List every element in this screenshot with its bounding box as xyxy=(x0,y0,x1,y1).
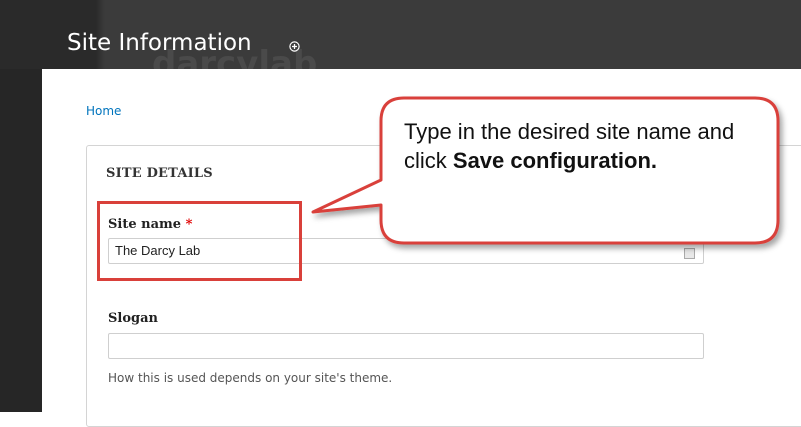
add-shortcut-icon[interactable] xyxy=(289,41,300,52)
callout-text: Type in the desired site name and click … xyxy=(404,119,735,173)
slogan-label: Slogan xyxy=(108,311,158,326)
slogan-input[interactable] xyxy=(108,333,704,359)
slogan-description: How this is used depends on your site's … xyxy=(108,371,393,385)
site-details-legend: SITE DETAILS xyxy=(106,166,213,181)
site-name-highlight-box xyxy=(97,201,302,281)
breadcrumb-home-link[interactable]: Home xyxy=(86,104,121,118)
autofill-icon xyxy=(684,248,695,259)
page-title: Site Information xyxy=(67,30,252,56)
